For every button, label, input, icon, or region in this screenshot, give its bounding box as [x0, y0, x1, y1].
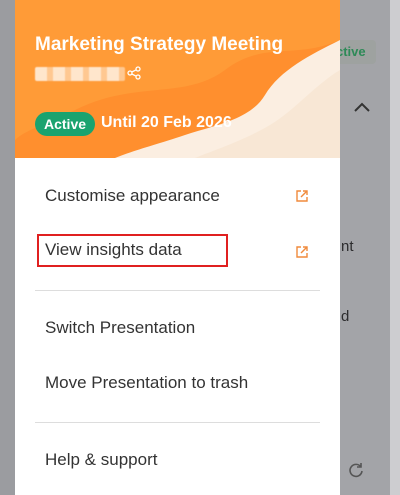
menu-item-customise-appearance[interactable]: Customise appearance: [15, 172, 340, 222]
menu-item-switch-presentation[interactable]: Switch Presentation: [15, 304, 340, 354]
meeting-title: Marketing Strategy Meeting: [35, 34, 284, 55]
chevron-up-icon[interactable]: [352, 100, 372, 114]
background-text-1: nt: [341, 238, 354, 255]
expiry-text: Until 20 Feb 2026: [101, 114, 232, 131]
menu-divider: [35, 422, 320, 423]
menu-item-label: Move Presentation to trash: [45, 373, 249, 392]
menu-item-move-to-trash[interactable]: Move Presentation to trash: [15, 359, 340, 409]
menu-divider: [35, 290, 320, 291]
highlight-box: [37, 234, 228, 267]
external-link-icon: [296, 246, 308, 258]
refresh-icon[interactable]: [348, 462, 364, 478]
menu-item-label: Switch Presentation: [45, 318, 196, 337]
background-edge: [390, 0, 400, 495]
background-text-2: d: [341, 308, 350, 325]
status-badge: Active: [35, 112, 96, 136]
share-icon[interactable]: [127, 66, 141, 80]
owner-name-redacted: [35, 67, 125, 81]
external-link-icon: [296, 190, 308, 202]
menu-item-help-support[interactable]: Help & support: [15, 436, 340, 486]
menu-item-label: Help & support: [45, 450, 158, 469]
background-badge-text: ctive: [336, 44, 366, 59]
menu-item-label: Customise appearance: [45, 186, 220, 205]
menu-header: Marketing Strategy Meeting Active Until …: [15, 0, 340, 158]
